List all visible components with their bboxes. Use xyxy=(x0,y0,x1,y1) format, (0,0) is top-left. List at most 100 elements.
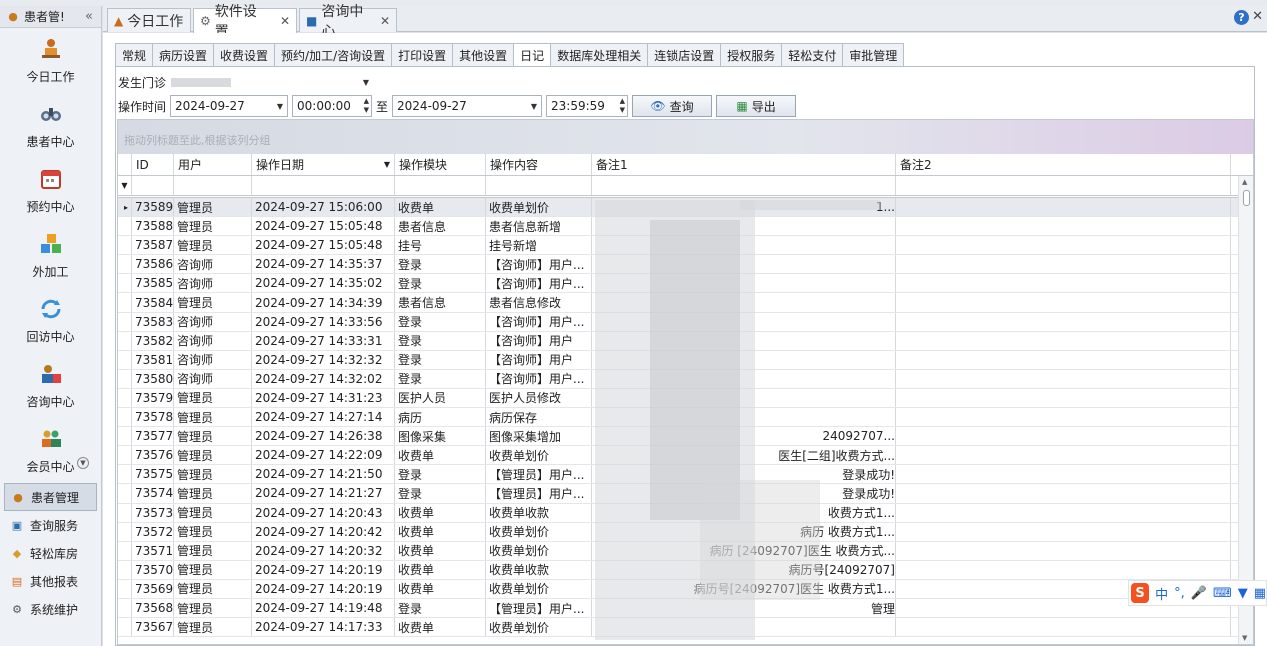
end-date-picker[interactable]: 2024-09-27 ▼ xyxy=(392,95,543,117)
cell-user: 管理员 xyxy=(174,560,252,579)
filter-cell[interactable] xyxy=(896,176,1231,195)
row-indicator xyxy=(118,312,132,331)
tab-software-settings[interactable]: ⚙ 软件设置 ✕ xyxy=(193,4,297,40)
ime-toolbar[interactable]: S 中 °, 🎤 ⌨ ▼ ▦ xyxy=(1128,580,1267,606)
nav-item-member-center[interactable]: 会员中心 ▼ xyxy=(0,418,101,483)
ime-mode[interactable]: 中 xyxy=(1155,584,1168,603)
subtab-log[interactable]: 日记 xyxy=(513,43,551,68)
nav-item-followup-center[interactable]: 回访中心 xyxy=(0,288,101,353)
cell-note2 xyxy=(896,560,1231,579)
nav-group-warehouse[interactable]: ◆ 轻松库房 xyxy=(0,539,101,567)
scroll-down-icon[interactable]: ▼ xyxy=(1242,634,1247,642)
clinic-select[interactable]: ▼ xyxy=(166,71,375,93)
row-indicator xyxy=(118,427,132,446)
cell-content: 【管理员】用户... xyxy=(486,465,592,484)
cell-module: 登录 xyxy=(395,312,486,331)
ime-punct[interactable]: °, xyxy=(1174,586,1185,601)
close-icon[interactable]: ✕ xyxy=(280,14,290,28)
close-icon[interactable]: ✕ xyxy=(380,14,390,28)
subtab-other[interactable]: 其他设置 xyxy=(452,43,514,67)
nav-item-label: 预约中心 xyxy=(26,200,75,214)
subtab-general[interactable]: 常规 xyxy=(115,43,153,67)
cell-content: 【咨询师】用户 xyxy=(486,331,592,350)
cell-module: 收费单 xyxy=(395,446,486,465)
nav-group-other-reports[interactable]: ▤ 其他报表 xyxy=(0,567,101,595)
filter-cell[interactable] xyxy=(486,176,592,195)
subtab-appointment[interactable]: 预约/加工/咨询设置 xyxy=(274,43,392,67)
subtab-label: 连锁店设置 xyxy=(654,48,715,63)
cell-content: 【咨询师】用户... xyxy=(486,255,592,274)
person-at-desk-icon: ▲ xyxy=(114,13,124,28)
nav-item-patient-center[interactable]: 患者中心 xyxy=(0,93,101,158)
cell-note2 xyxy=(896,408,1231,427)
cell-date: 2024-09-27 14:20:19 xyxy=(252,579,395,598)
cell-content: 患者信息新增 xyxy=(486,217,592,236)
subtab-approval[interactable]: 审批管理 xyxy=(842,43,905,67)
double-chevron-left-icon[interactable]: « xyxy=(85,9,93,24)
nav-item-label: 会员中心 xyxy=(26,460,75,474)
auto-filter-row[interactable]: ▼ xyxy=(118,176,1253,196)
filter-cell[interactable] xyxy=(592,176,896,195)
cell-note2 xyxy=(896,503,1231,522)
end-time-spinner[interactable]: 23:59:59 ▲ ▼ xyxy=(546,95,629,117)
column-header-note1[interactable]: 备注1 xyxy=(592,154,896,175)
grid-icon[interactable]: ▦ xyxy=(1254,586,1266,601)
start-time-spinner[interactable]: 00:00:00 ▲ ▼ xyxy=(292,95,373,117)
cell-note2 xyxy=(896,217,1231,236)
filter-cell[interactable] xyxy=(174,176,252,195)
subtab-medical-record[interactable]: 病历设置 xyxy=(152,43,214,67)
tab-consult-center[interactable]: ■ 咨询中心 ✕ xyxy=(299,4,397,40)
subtab-charge[interactable]: 收费设置 xyxy=(213,43,275,67)
nav-item-today-work[interactable]: 今日工作 xyxy=(0,28,101,93)
subtab-database[interactable]: 数据库处理相关 xyxy=(550,43,648,67)
subtab-chain-store[interactable]: 连锁店设置 xyxy=(647,43,721,67)
query-button[interactable]: 👁 查询 xyxy=(632,95,713,117)
subtab-license[interactable]: 授权服务 xyxy=(720,43,782,67)
row-indicator xyxy=(118,369,132,388)
keyboard-icon[interactable]: ⌨ xyxy=(1213,586,1232,601)
shirt-icon[interactable]: ▼ xyxy=(1238,586,1248,601)
row-indicator xyxy=(118,618,132,637)
column-title: 操作日期 xyxy=(256,158,305,172)
start-date-value: 2024-09-27 xyxy=(175,99,245,113)
row-indicator xyxy=(118,274,132,293)
filter-cell[interactable] xyxy=(132,176,174,195)
nav-item-consult-center[interactable]: 咨询中心 xyxy=(0,353,101,418)
redaction-block xyxy=(700,480,820,600)
tab-today-work[interactable]: ▲ 今日工作 xyxy=(107,8,191,32)
nav-group-system-maintenance[interactable]: ⚙ 系统维护 xyxy=(0,595,101,623)
help-icon[interactable]: ? xyxy=(1234,10,1249,25)
cell-user: 管理员 xyxy=(174,388,252,408)
nav-item-outsourcing[interactable]: 外加工 xyxy=(0,223,101,288)
spin-arrows-icon[interactable]: ▲ ▼ xyxy=(620,97,625,115)
nav-group-query-service[interactable]: ▣ 查询服务 xyxy=(0,511,101,539)
cell-note2 xyxy=(896,446,1231,465)
subtab-print[interactable]: 打印设置 xyxy=(391,43,453,67)
microphone-icon[interactable]: 🎤 xyxy=(1191,586,1207,601)
spin-arrows-icon[interactable]: ▲ ▼ xyxy=(364,97,369,115)
group-hint: 拖动列标题至此,根据该列分组 xyxy=(124,134,271,147)
cell-id: 73580 xyxy=(132,369,174,388)
column-header-note2[interactable]: 备注2 xyxy=(896,154,1231,175)
start-date-picker[interactable]: 2024-09-27 ▼ xyxy=(170,95,289,117)
vertical-scrollbar[interactable]: ▲ ▼ xyxy=(1238,176,1253,644)
close-icon[interactable]: ✕ xyxy=(1252,9,1263,24)
filter-cell[interactable] xyxy=(252,176,395,195)
scroll-thumb[interactable] xyxy=(1243,190,1250,206)
column-header-date[interactable]: 操作日期 ▼ xyxy=(252,154,395,175)
filter-cell[interactable] xyxy=(395,176,486,195)
export-button[interactable]: ▦ 导出 xyxy=(716,95,797,117)
cell-note2 xyxy=(896,427,1231,446)
subtab-easy-pay[interactable]: 轻松支付 xyxy=(781,43,843,67)
column-header-user[interactable]: 用户 xyxy=(174,154,252,175)
eye-icon: 👁 xyxy=(650,99,666,113)
group-by-panel[interactable]: 拖动列标题至此,根据该列分组 xyxy=(118,120,1253,154)
chevron-down-icon[interactable]: ▼ xyxy=(77,457,89,469)
cell-id: 73575 xyxy=(132,465,174,484)
column-header-content[interactable]: 操作内容 xyxy=(486,154,592,175)
column-header-module[interactable]: 操作模块 xyxy=(395,154,486,175)
nav-group-patient-management[interactable]: ● 患者管理 xyxy=(4,483,97,511)
nav-item-appointment-center[interactable]: 预约中心 xyxy=(0,158,101,223)
column-header-id[interactable]: ID xyxy=(132,154,174,175)
scroll-up-icon[interactable]: ▲ xyxy=(1242,178,1247,186)
